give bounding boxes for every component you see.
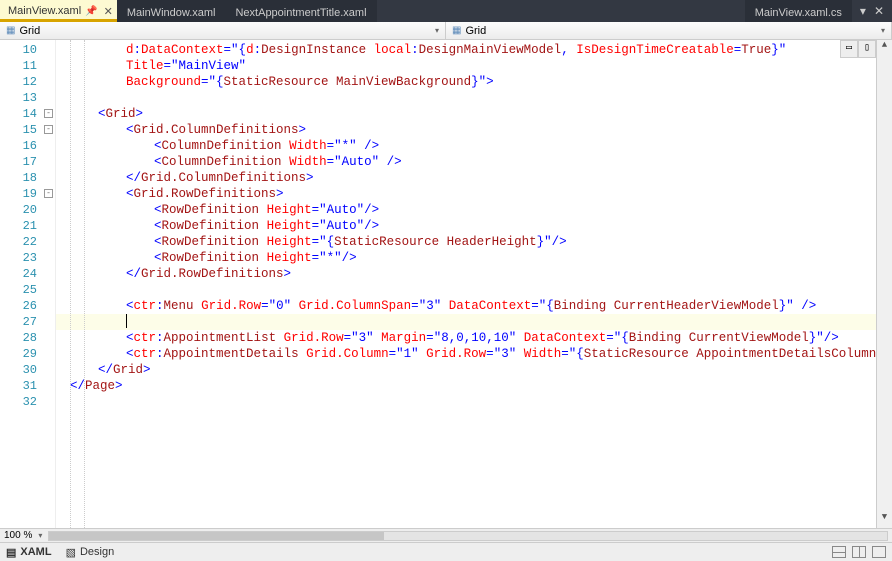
outline-toggle-icon[interactable]: - [44,189,53,198]
navbar-scope-right[interactable]: ▦ Grid ▾ [446,22,892,39]
scroll-thumb[interactable] [49,532,384,540]
line-number: 28 [0,330,55,346]
line-number: 16 [0,138,55,154]
code-area[interactable]: ▭ ▯ d:DataContext="{d:DesignInstance loc… [56,40,876,528]
tab-nextappointmenttitle[interactable]: NextAppointmentTitle.xaml [225,0,376,22]
line-number: 32 [0,394,55,410]
line-number: 19- [0,186,55,202]
code-line[interactable]: <RowDefinition Height="*"/> [56,250,876,266]
editor-status-strip: 100 % ▾ [0,529,892,543]
code-line[interactable]: <Grid.ColumnDefinitions> [56,122,876,138]
code-editor[interactable]: 1011121314-15-16171819-20212223242526272… [0,40,892,529]
grid-icon: ▦ [452,25,461,36]
line-number: 20 [0,202,55,218]
line-number: 13 [0,90,55,106]
tab-codebehind[interactable]: MainView.xaml.cs [745,0,852,22]
line-number: 24 [0,266,55,282]
chevron-down-icon[interactable]: ▾ [38,531,42,540]
chevron-down-icon: ▾ [435,26,439,35]
grid-icon: ▦ [6,25,15,36]
code-line[interactable]: </Grid.RowDefinitions> [56,266,876,282]
document-tab-bar: MainView.xaml 📌 ✕ MainWindow.xaml NextAp… [0,0,892,22]
pane-xaml[interactable]: ▤ XAML [6,546,52,559]
scroll-up-icon[interactable]: ▲ [877,40,892,56]
line-number: 18 [0,170,55,186]
designer-pane-bar: ▤ XAML ▧ Design [0,543,892,561]
code-line[interactable] [56,282,876,298]
tab-spacer [377,0,745,22]
zoom-level[interactable]: 100 % [4,530,32,541]
code-line[interactable]: <RowDefinition Height="{StaticResource H… [56,234,876,250]
navbar-scope-label: Grid [465,25,486,37]
code-line[interactable]: </Page> [56,378,876,394]
vertical-scrollbar[interactable]: ▲ ▼ [876,40,892,528]
code-line[interactable]: <ColumnDefinition Width="*" /> [56,138,876,154]
tab-mainwindow[interactable]: MainWindow.xaml [117,0,226,22]
line-number: 21 [0,218,55,234]
scroll-track[interactable] [877,56,892,512]
outline-toggle-icon[interactable]: - [44,125,53,134]
outline-toggle-icon[interactable]: - [44,109,53,118]
editor-split-buttons: ▭ ▯ [840,40,876,58]
close-icon[interactable]: ✕ [104,5,113,18]
line-number: 26 [0,298,55,314]
navigation-bar: ▦ Grid ▾ ▦ Grid ▾ [0,22,892,40]
line-number: 10 [0,42,55,58]
code-line[interactable]: </Grid> [56,362,876,378]
design-icon: ▧ [66,546,76,559]
code-line[interactable] [56,90,876,106]
line-number: 14- [0,106,55,122]
line-number: 12 [0,74,55,90]
line-number: 31 [0,378,55,394]
code-line[interactable]: <ctr:AppointmentList Grid.Row="3" Margin… [56,330,876,346]
horizontal-scrollbar[interactable] [48,531,888,541]
xaml-icon: ▤ [6,546,16,559]
line-number: 17 [0,154,55,170]
code-line[interactable]: d:DataContext="{d:DesignInstance local:D… [56,42,876,58]
code-line[interactable]: <RowDefinition Height="Auto"/> [56,218,876,234]
tab-label: MainWindow.xaml [127,7,216,19]
code-line[interactable]: Background="{StaticResource MainViewBack… [56,74,876,90]
code-line[interactable]: <ctr:AppointmentDetails Grid.Column="1" … [56,346,876,362]
code-line[interactable]: <RowDefinition Height="Auto"/> [56,202,876,218]
code-line[interactable]: <ctr:Menu Grid.Row="0" Grid.ColumnSpan="… [56,298,876,314]
line-number: 30 [0,362,55,378]
split-toggle-button[interactable]: ▭ [840,40,858,58]
split-horizontal-button[interactable] [832,546,846,558]
pane-design[interactable]: ▧ Design [66,546,115,559]
code-line[interactable]: </Grid.ColumnDefinitions> [56,170,876,186]
line-number-gutter: 1011121314-15-16171819-20212223242526272… [0,40,56,528]
navbar-scope-label: Grid [19,25,40,37]
tab-label: MainView.xaml [8,5,81,17]
tab-bar-actions: ▾ ✕ [852,0,892,22]
tab-mainview[interactable]: MainView.xaml 📌 ✕ [0,0,117,22]
line-number: 15- [0,122,55,138]
pin-icon[interactable]: 📌 [85,6,97,17]
split-vertical-button[interactable] [852,546,866,558]
code-line[interactable] [56,394,876,410]
chevron-down-icon: ▾ [881,26,885,35]
code-line[interactable]: <Grid> [56,106,876,122]
line-number: 25 [0,282,55,298]
close-panel-icon[interactable]: ✕ [874,4,884,18]
line-number: 23 [0,250,55,266]
code-line[interactable]: <ColumnDefinition Width="Auto" /> [56,154,876,170]
split-orientation-group [832,546,886,558]
line-number: 27 [0,314,55,330]
code-line[interactable]: <Grid.RowDefinitions> [56,186,876,202]
tab-label: MainView.xaml.cs [755,7,842,19]
line-number: 11 [0,58,55,74]
scroll-down-icon[interactable]: ▼ [877,512,892,528]
tab-label: NextAppointmentTitle.xaml [235,7,366,19]
code-line[interactable] [56,314,876,330]
code-line[interactable]: Title="MainView" [56,58,876,74]
navbar-scope-left[interactable]: ▦ Grid ▾ [0,22,446,39]
split-toggle-button[interactable]: ▯ [858,40,876,58]
pane-label: XAML [20,546,51,558]
swap-panes-button[interactable] [872,546,886,558]
window-actions-icon[interactable]: ▾ [860,4,866,18]
pane-label: Design [80,546,114,558]
line-number: 22 [0,234,55,250]
line-number: 29 [0,346,55,362]
